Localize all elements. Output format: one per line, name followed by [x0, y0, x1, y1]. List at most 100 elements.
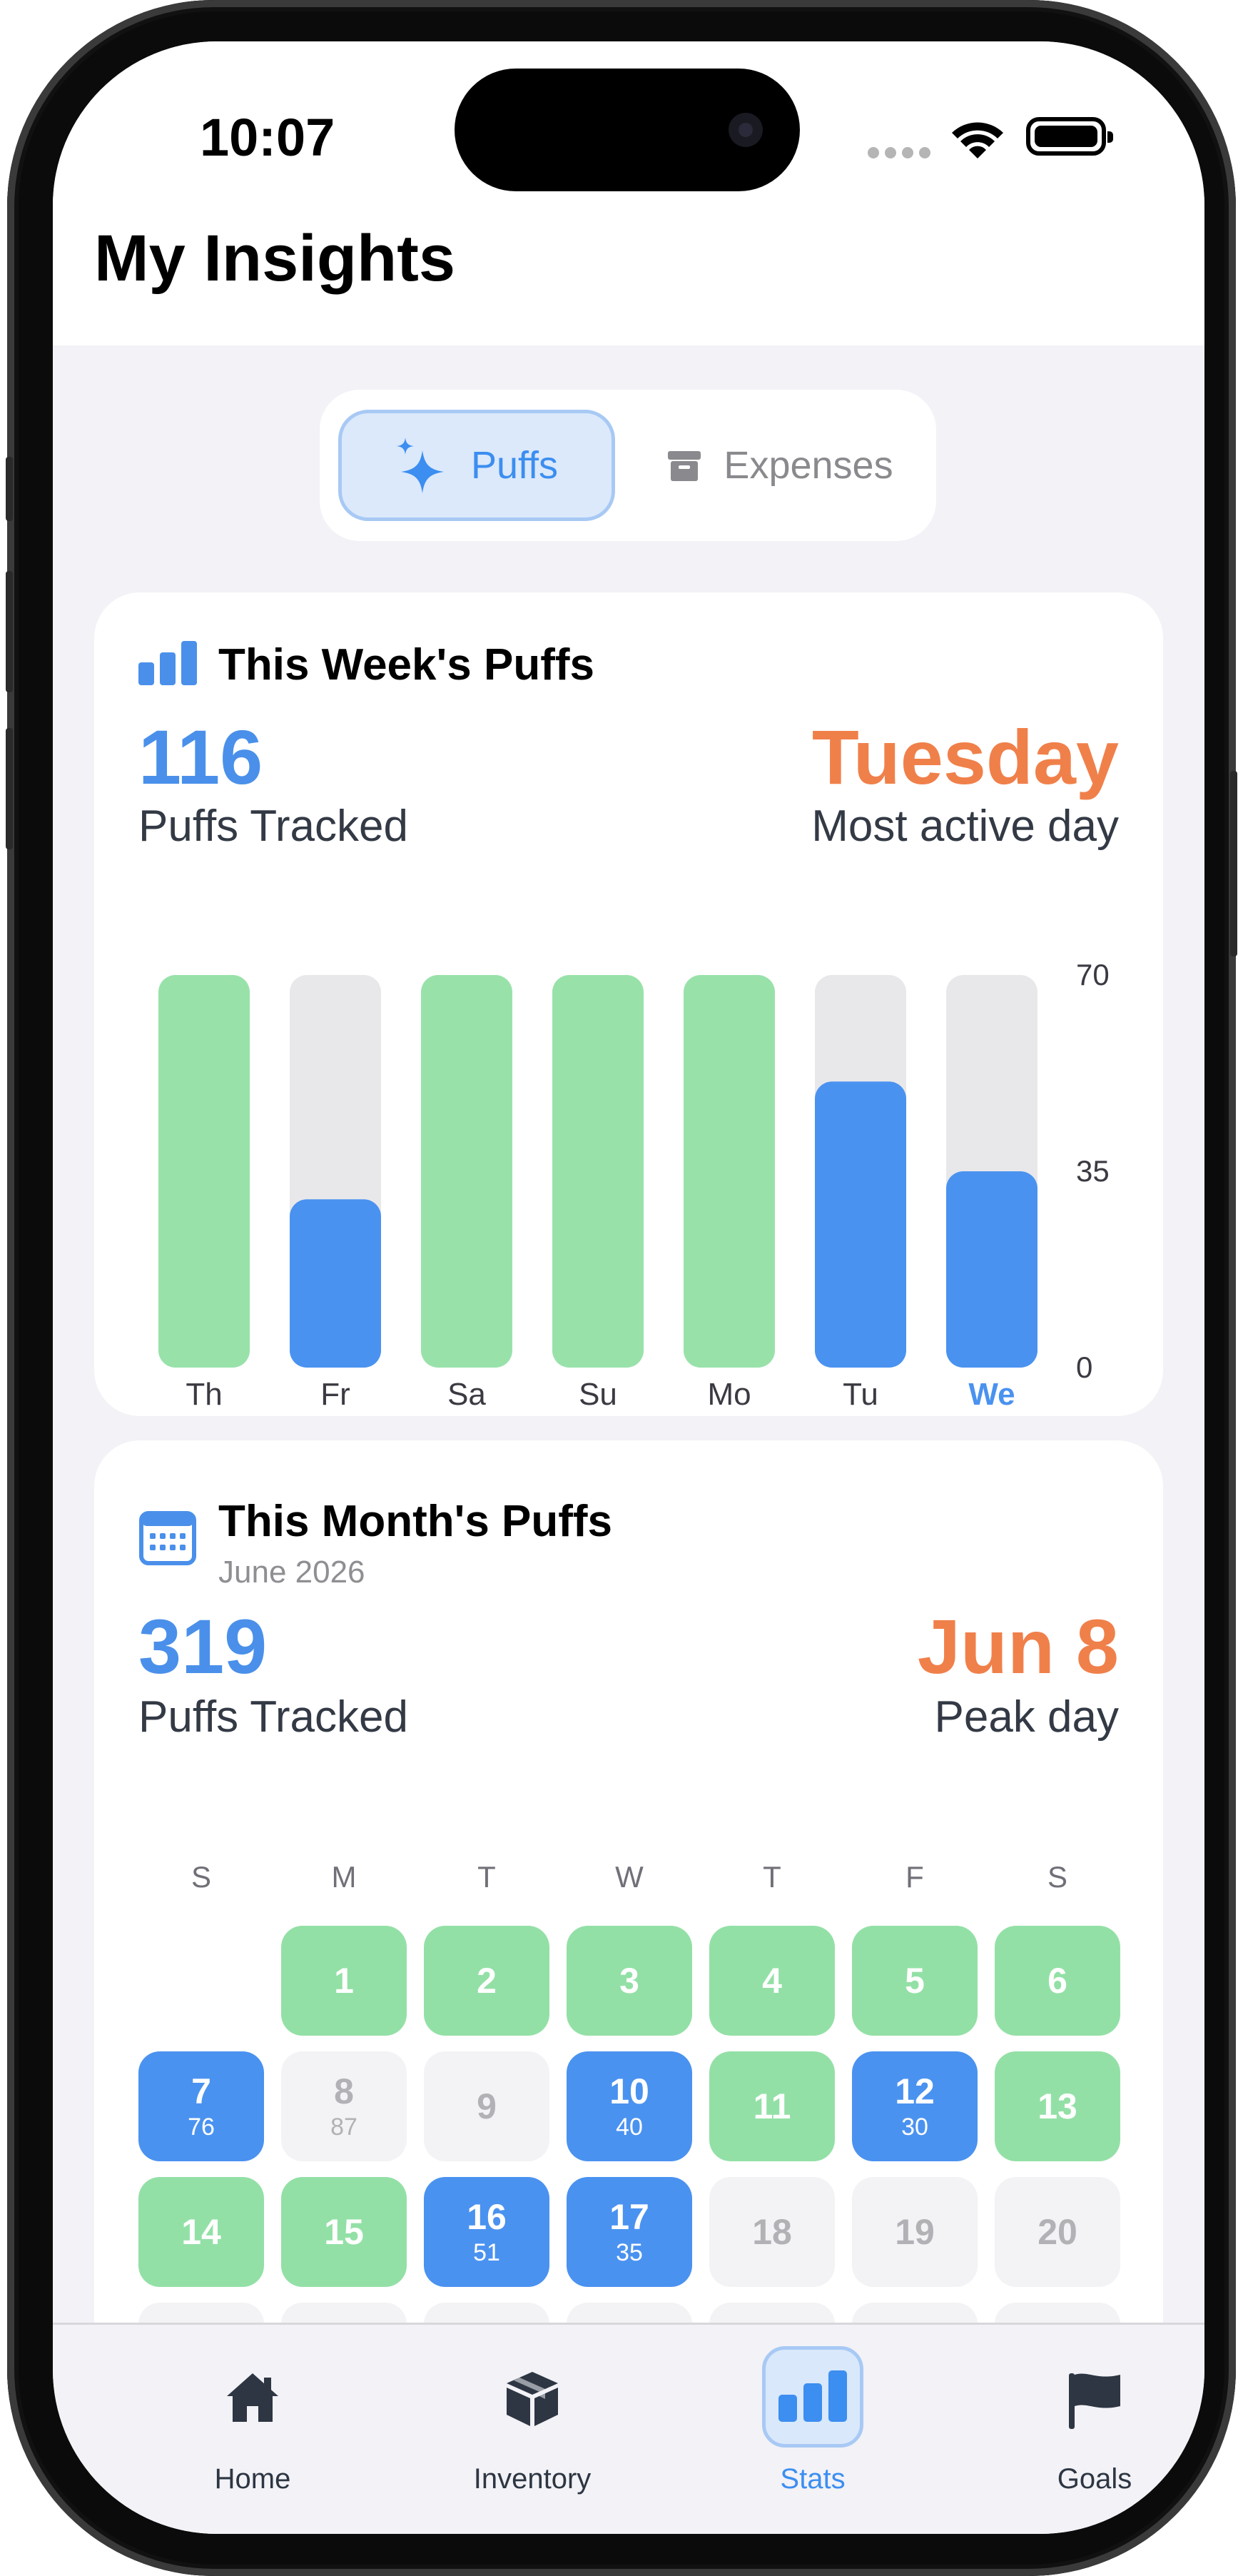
- bar-chart-icon: [706, 2370, 920, 2422]
- calendar-day-number: 20: [1037, 2212, 1077, 2252]
- calendar-day[interactable]: 9: [424, 2051, 549, 2161]
- calendar-day-number: 19: [895, 2212, 935, 2252]
- monthly-total: 319: [138, 1603, 268, 1689]
- calendar-day[interactable]: 16 51: [424, 2177, 549, 2287]
- x-tick-label: Tu: [843, 1377, 878, 1412]
- calendar-day[interactable]: 18: [709, 2177, 835, 2287]
- calendar-day[interactable]: 15: [281, 2177, 407, 2287]
- weekday-header: W: [615, 1860, 644, 1894]
- phone-frame: 10:07 My Insights Puffs Expenses This We…: [6, 0, 1237, 2576]
- calendar-day[interactable]: 4: [709, 1926, 835, 2036]
- segmented-control: Puffs Expenses: [320, 390, 936, 541]
- tab-home[interactable]: Home: [146, 2325, 360, 2496]
- calendar-day-count: 40: [616, 2113, 643, 2141]
- calendar-day[interactable]: 13: [995, 2051, 1120, 2161]
- calendar-day[interactable]: 14: [138, 2177, 264, 2287]
- x-tick-label: Su: [579, 1377, 617, 1412]
- calendar-day-number: 15: [324, 2212, 364, 2252]
- calendar-day-number: 6: [1047, 1961, 1067, 2001]
- calendar-day-number: 18: [752, 2212, 792, 2252]
- calendar-day-number: 17: [609, 2197, 649, 2237]
- volume-up-button: [6, 571, 13, 692]
- calendar-day[interactable]: 17 35: [567, 2177, 692, 2287]
- calendar-day[interactable]: 1: [281, 1926, 407, 2036]
- bar-Sa[interactable]: [421, 975, 512, 1368]
- y-tick-label: 70: [1076, 958, 1110, 991]
- expenses-segment-button[interactable]: Expenses: [648, 410, 912, 521]
- bar-Tu[interactable]: [815, 1081, 906, 1368]
- y-tick-label: 0: [1076, 1350, 1092, 1384]
- calendar-day[interactable]: 2: [424, 1926, 549, 2036]
- tab-stats-label: Stats: [780, 2463, 846, 2495]
- calendar-day-number: 16: [467, 2197, 507, 2237]
- y-tick-label: 35: [1076, 1154, 1110, 1188]
- bar-We[interactable]: [946, 1171, 1037, 1368]
- calendar-day[interactable]: 19: [852, 2177, 978, 2287]
- bar-Mo[interactable]: [684, 975, 775, 1368]
- puffs-segment-button[interactable]: Puffs: [338, 410, 615, 521]
- monthly-calendar: This Month's Puffs June 2026 319 Jun 8 P…: [94, 1440, 1163, 2368]
- camera-icon: [729, 113, 763, 147]
- peak-day-label: Peak day: [934, 1692, 1119, 1742]
- puffs-segment-label: Puffs: [470, 444, 559, 487]
- x-tick-label: Mo: [707, 1377, 751, 1412]
- weekday-header: S: [191, 1860, 211, 1894]
- box-icon: [425, 2370, 639, 2428]
- tab-inventory[interactable]: Inventory: [425, 2325, 639, 2496]
- bar-Su[interactable]: [552, 975, 644, 1368]
- calendar-day[interactable]: 20: [995, 2177, 1120, 2287]
- calendar-day[interactable]: 5: [852, 1926, 978, 2036]
- calendar-day[interactable]: 8 87: [281, 2051, 407, 2161]
- expenses-segment-label: Expenses: [724, 444, 893, 487]
- page-title: My Insights: [94, 222, 456, 295]
- archive-box-icon: [666, 448, 702, 483]
- calendar-day[interactable]: 10 40: [567, 2051, 692, 2161]
- weekday-header: M: [331, 1860, 357, 1894]
- calendar-icon: [138, 1507, 197, 1570]
- monthly-total-label: Puffs Tracked: [138, 1692, 408, 1742]
- calendar-day-number: 1: [334, 1961, 354, 2001]
- tab-stats[interactable]: Stats: [706, 2325, 920, 2496]
- tab-inventory-label: Inventory: [473, 2463, 592, 2495]
- x-tick-label: Th: [186, 1377, 222, 1412]
- bar-Th[interactable]: [158, 975, 250, 1368]
- calendar-day[interactable]: 6: [995, 1926, 1120, 2036]
- screen: 10:07 My Insights Puffs Expenses This We…: [53, 41, 1204, 2534]
- weekday-header: F: [905, 1860, 924, 1894]
- calendar-day[interactable]: 3: [567, 1926, 692, 2036]
- calendar-day-number: 7: [191, 2071, 211, 2111]
- calendar-day-number: 12: [895, 2071, 935, 2111]
- wifi-icon: [949, 118, 1006, 165]
- calendar-day-number: 3: [619, 1961, 639, 2001]
- weekly-puffs-card: This Week's Puffs 116 Tuesday Puffs Trac…: [94, 592, 1163, 1416]
- weekly-bar-chart: Th Fr Sa Su Mo Tu We 70 35 0: [158, 958, 1110, 1412]
- tab-home-label: Home: [214, 2463, 291, 2495]
- calendar-day-number: 14: [181, 2212, 221, 2252]
- weekday-header: T: [763, 1860, 781, 1894]
- weekday-header: T: [477, 1860, 496, 1894]
- x-tick-label: We: [968, 1377, 1015, 1412]
- calendar-day[interactable]: 12 30: [852, 2051, 978, 2161]
- x-tick-label: Fr: [320, 1377, 350, 1412]
- mute-switch: [6, 457, 13, 521]
- calendar-day-count: 87: [330, 2113, 357, 2141]
- sparkles-icon: [395, 436, 450, 495]
- calendar-day-number: 5: [905, 1961, 925, 2001]
- signal-dots-icon: [868, 147, 936, 162]
- house-icon: [146, 2370, 360, 2425]
- flag-icon: [988, 2370, 1202, 2430]
- calendar-day-number: 13: [1037, 2086, 1077, 2126]
- calendar-day-count: 76: [188, 2113, 215, 2141]
- weekday-header: S: [1047, 1860, 1067, 1894]
- monthly-card-subtitle: June 2026: [218, 1555, 365, 1590]
- status-time: 10:07: [200, 108, 335, 167]
- bar-Fr[interactable]: [290, 1199, 381, 1368]
- calendar-day[interactable]: 7 76: [138, 2051, 264, 2161]
- tab-goals[interactable]: Goals: [988, 2325, 1202, 2496]
- calendar-day-number: 2: [477, 1961, 497, 2001]
- dynamic-island: [455, 69, 800, 191]
- calendar-day-count: 51: [473, 2239, 500, 2266]
- calendar-day[interactable]: 11: [709, 2051, 835, 2161]
- monthly-card-title: This Month's Puffs: [218, 1497, 613, 1546]
- tab-bar: Home Inventory Stats Goals: [53, 2323, 1204, 2534]
